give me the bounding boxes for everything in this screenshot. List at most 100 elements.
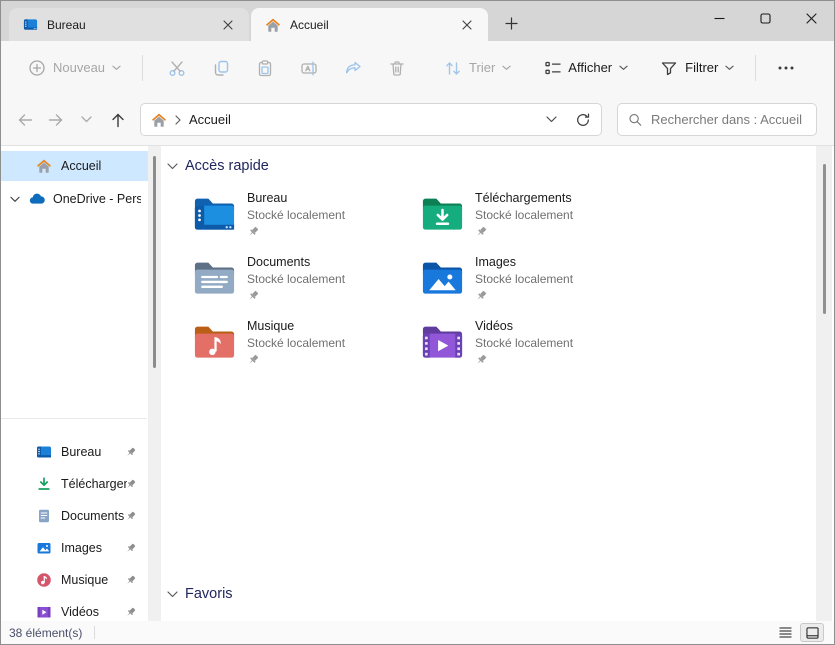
pin-icon [125, 574, 137, 586]
explorer-body: Accueil OneDrive - Pers Bureau [1, 146, 834, 621]
up-button[interactable] [102, 104, 133, 135]
tile-videos[interactable]: Vidéos Stocké localement [419, 318, 637, 365]
sidebar-item-telechargements[interactable]: Téléchargem [1, 468, 148, 500]
tab-bureau[interactable]: Bureau [9, 8, 249, 41]
desktop-icon [23, 17, 38, 32]
onedrive-cloud-icon [28, 191, 45, 207]
tile-bureau[interactable]: Bureau Stocké localement [191, 190, 409, 237]
navigation-bar: Accueil [1, 94, 834, 146]
details-view-button[interactable] [773, 623, 797, 642]
close-icon [806, 13, 817, 24]
status-divider [94, 626, 95, 639]
more-options-button[interactable] [768, 49, 804, 87]
downloads-folder-icon [419, 190, 466, 237]
refresh-icon[interactable] [575, 112, 591, 128]
section-quick-access: Accès rapide [167, 158, 269, 174]
tab-strip: Bureau Accueil [1, 1, 526, 41]
minimize-button[interactable] [696, 1, 742, 35]
new-tab-button[interactable] [496, 8, 526, 38]
sidebar-scrollbar[interactable] [148, 146, 161, 621]
command-toolbar: Nouveau [1, 41, 834, 94]
delete-button[interactable] [375, 49, 419, 87]
documents-folder-icon [191, 254, 238, 301]
close-button[interactable] [788, 1, 834, 35]
view-button[interactable]: Afficher [534, 51, 637, 85]
ellipsis-icon [778, 66, 794, 70]
recent-locations-button[interactable] [71, 104, 102, 135]
pin-icon [125, 542, 137, 554]
rename-button[interactable] [287, 49, 331, 87]
new-button-label: Nouveau [53, 60, 105, 75]
tile-status: Stocké localement [475, 208, 573, 222]
home-icon [151, 112, 167, 128]
tile-status: Stocké localement [475, 336, 573, 350]
address-bar-actions [546, 112, 591, 128]
tab-accueil[interactable]: Accueil [251, 8, 488, 41]
tile-images[interactable]: Images Stocké localement [419, 254, 637, 301]
chevron-down-icon [81, 116, 92, 123]
tile-title: Téléchargements [475, 191, 573, 205]
tile-status: Stocké localement [247, 208, 345, 222]
close-tab-icon[interactable] [456, 14, 478, 36]
sidebar-item-label: OneDrive - Pers [53, 192, 141, 206]
chevron-down-icon [502, 65, 511, 71]
arrow-up-icon [109, 111, 127, 129]
details-view-icon [779, 627, 792, 638]
home-icon [265, 17, 281, 33]
pin-icon [125, 446, 137, 458]
back-button[interactable] [9, 104, 40, 135]
sidebar-item-label: Musique [61, 573, 108, 587]
breadcrumb[interactable]: Accueil [189, 112, 231, 127]
new-button[interactable]: Nouveau [19, 51, 130, 85]
items-count: 38 élément(s) [9, 626, 82, 640]
paste-button[interactable] [243, 49, 287, 87]
arrow-left-icon [16, 111, 34, 129]
forward-button[interactable] [40, 104, 71, 135]
tile-musique[interactable]: Musique Stocké localement [191, 318, 409, 365]
chevron-down-icon[interactable] [167, 591, 178, 598]
pin-icon [247, 225, 345, 238]
filter-button[interactable]: Filtrer [651, 51, 743, 85]
tile-status: Stocké localement [247, 272, 345, 286]
download-icon [36, 476, 52, 492]
sort-button[interactable]: Trier [435, 51, 520, 85]
chevron-down-icon[interactable] [167, 163, 178, 170]
section-title: Favoris [185, 586, 233, 602]
cut-button[interactable] [155, 49, 199, 87]
tile-status: Stocké localement [247, 336, 345, 350]
copy-button[interactable] [199, 49, 243, 87]
sidebar-scrollbar-thumb[interactable] [153, 156, 156, 368]
close-tab-icon[interactable] [217, 14, 239, 36]
chevron-down-icon [112, 65, 121, 71]
sort-arrows-icon [444, 59, 462, 77]
tab-label: Bureau [47, 18, 217, 32]
search-box[interactable] [617, 103, 817, 136]
sidebar-item-images[interactable]: Images [1, 532, 148, 564]
sidebar-item-musique[interactable]: Musique [1, 564, 148, 596]
pin-icon [475, 289, 573, 302]
pin-icon [125, 510, 137, 522]
content-scrollbar[interactable] [816, 146, 832, 621]
address-bar[interactable]: Accueil [140, 103, 602, 136]
content-scrollbar-thumb[interactable] [823, 164, 826, 314]
tile-text: Documents Stocké localement [247, 254, 345, 301]
tile-telechargements[interactable]: Téléchargements Stocké localement [419, 190, 637, 237]
tile-title: Bureau [247, 191, 345, 205]
sidebar-item-bureau[interactable]: Bureau [1, 436, 148, 468]
search-icon [628, 112, 642, 127]
share-button[interactable] [331, 49, 375, 87]
chevron-right-icon [175, 115, 181, 125]
sort-button-label: Trier [469, 60, 495, 75]
toolbar-divider [142, 55, 143, 81]
chevron-down-icon[interactable] [546, 116, 557, 123]
chevron-down-icon[interactable] [10, 196, 20, 203]
tile-documents[interactable]: Documents Stocké localement [191, 254, 409, 301]
sidebar-item-onedrive[interactable]: OneDrive - Pers [1, 184, 148, 214]
toolbar-divider [755, 55, 756, 81]
large-icons-view-button[interactable] [800, 623, 824, 642]
sidebar-item-accueil[interactable]: Accueil [1, 151, 148, 181]
sidebar-item-documents[interactable]: Documents [1, 500, 148, 532]
search-input[interactable] [651, 112, 806, 127]
trash-icon [388, 59, 406, 77]
maximize-button[interactable] [742, 1, 788, 35]
